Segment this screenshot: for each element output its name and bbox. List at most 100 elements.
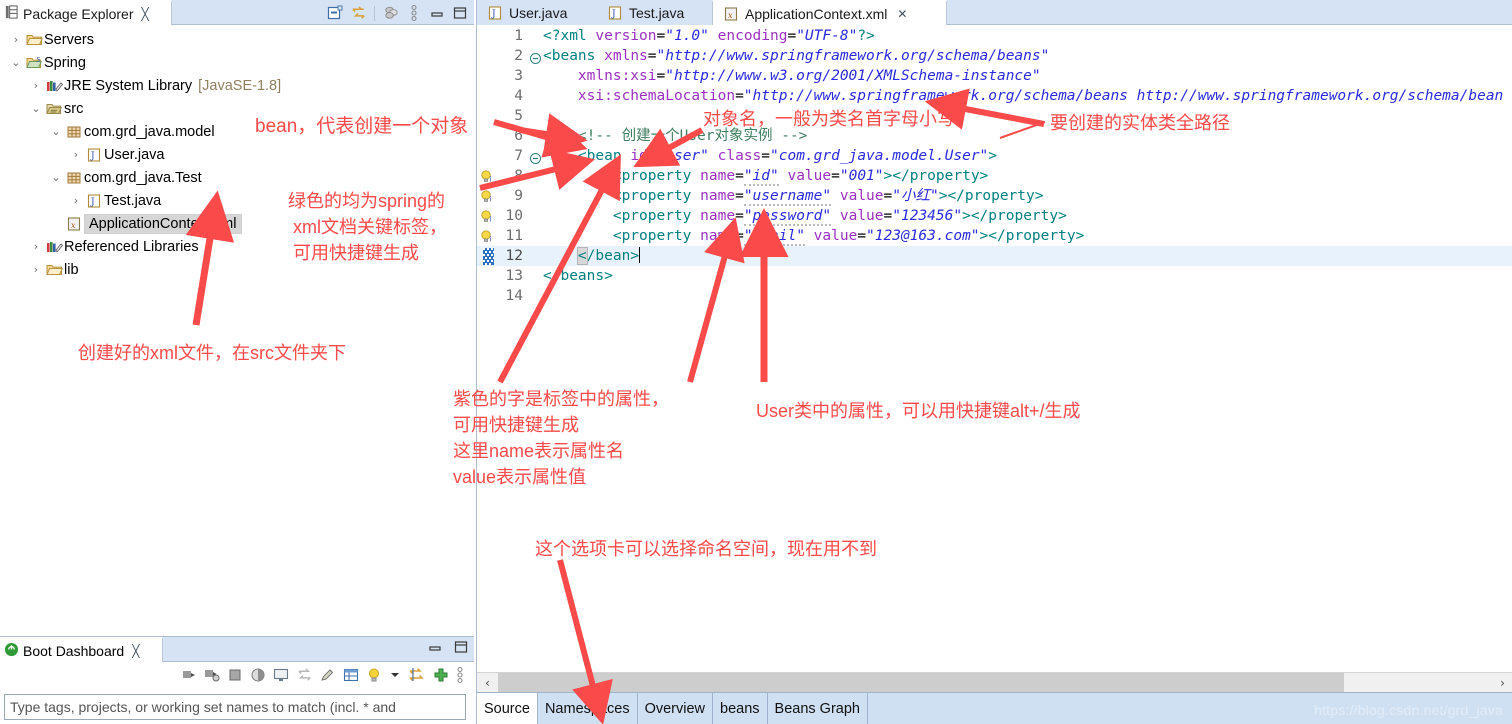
code-line-8[interactable]: i8 <property name="id" value="001"></pro… xyxy=(477,166,1512,186)
link-icon[interactable] xyxy=(296,667,313,686)
chevron-right-icon[interactable]: › xyxy=(68,194,84,207)
tree-item-user-java[interactable]: › J User.java xyxy=(0,143,474,166)
page-tab-overview[interactable]: Overview xyxy=(637,693,714,724)
code-line-text: <beans xmlns="http://www.springframework… xyxy=(543,48,1050,64)
tree-item-servers[interactable]: › Servers xyxy=(0,28,474,51)
code-line-10[interactable]: i 10 <property name="password" value="123… xyxy=(477,206,1512,226)
chevron-right-icon[interactable]: › xyxy=(28,263,44,276)
code-line-9[interactable]: i9 <property name="username" value="小红">… xyxy=(477,186,1512,206)
tree-item-label: Servers xyxy=(44,31,94,48)
page-tab-namespaces[interactable]: Namespaces xyxy=(537,693,638,724)
lightbulb-icon[interactable] xyxy=(366,667,382,686)
maximize-icon[interactable] xyxy=(454,640,468,657)
fold-collapse-icon[interactable] xyxy=(530,150,541,164)
chevron-right-icon[interactable]: › xyxy=(28,240,44,253)
add-icon[interactable] xyxy=(433,667,449,686)
code-line-13[interactable]: 13 </beans> xyxy=(477,266,1512,286)
minimize-icon[interactable] xyxy=(427,3,447,23)
scrollbar-track[interactable] xyxy=(498,672,1492,693)
line-number: 12 xyxy=(505,248,523,264)
editor-tab-label: Test.java xyxy=(629,4,685,21)
code-line-7[interactable]: 7 <bean id="user" class="com.grd_java.mo… xyxy=(477,146,1512,166)
code-line-2[interactable]: 2 <beans xmlns="http://www.springframewor… xyxy=(477,46,1512,66)
tree-item-test-java[interactable]: › J Test.java xyxy=(0,189,474,212)
code-line-text: </beans> xyxy=(543,268,613,284)
collapse-all-icon[interactable] xyxy=(325,3,345,23)
close-icon[interactable]: ╳ xyxy=(132,644,139,658)
chevron-down-icon[interactable]: ⌄ xyxy=(28,102,44,115)
tree-item-suffix: [JavaSE-1.8] xyxy=(198,77,282,94)
tree-item-applicationcontext-xml[interactable]: x ApplicationContext.xml xyxy=(0,212,474,235)
editor-tab-user-java[interactable]: J User.java xyxy=(477,0,597,25)
boot-dashboard-filter-input[interactable]: Type tags, projects, or working set name… xyxy=(4,694,466,720)
open-console-icon[interactable] xyxy=(273,667,289,686)
view-menu-icon[interactable] xyxy=(456,666,464,687)
tree-item-com-grd-java-test[interactable]: ⌄ com.grd_java.Test xyxy=(0,166,474,189)
tree-item-spring[interactable]: ⌄ S Spring xyxy=(0,51,474,74)
tree-item-label-wrap: ApplicationContext.xml xyxy=(84,213,242,234)
code-line-12[interactable]: 12 </bean> xyxy=(477,246,1512,266)
tree-item-src[interactable]: ⌄ src xyxy=(0,97,474,120)
tab-boot-dashboard[interactable]: Boot Dashboard ╳ xyxy=(0,637,163,662)
link-with-editor-icon[interactable] xyxy=(348,3,368,23)
tree-item-jre-system-library[interactable]: › JRE System Library [JavaSE-1.8] xyxy=(0,74,474,97)
chevron-right-icon[interactable]: › xyxy=(8,33,24,46)
xml-file-icon: x xyxy=(723,6,740,22)
line-number: 3 xyxy=(514,68,523,84)
close-icon[interactable]: ╳ xyxy=(142,7,149,21)
dropdown-arrow-icon[interactable] xyxy=(389,669,401,684)
chevron-right-icon[interactable]: › xyxy=(68,148,84,161)
code-line-6[interactable]: 6 <!-- 创建一个User对象实例 --> xyxy=(477,126,1512,146)
scroll-left-arrow-icon[interactable]: ‹ xyxy=(477,672,498,693)
editor-tab-applicationcontext-xml[interactable]: x ApplicationContext.xml ✕ xyxy=(712,0,947,25)
page-tab-beans-graph[interactable]: Beans Graph xyxy=(767,693,868,724)
chevron-down-icon[interactable]: ⌄ xyxy=(8,56,24,69)
restart-icon[interactable] xyxy=(250,667,266,686)
edit-icon[interactable] xyxy=(320,667,336,686)
editor-tab-test-java[interactable]: J Test.java xyxy=(597,0,712,25)
tree-item-label-wrap: com.grd_java.Test xyxy=(84,170,202,186)
code-line-3[interactable]: 3 xmlns:xsi="http://www.w3.org/2001/XMLS… xyxy=(477,66,1512,86)
view-menu-icon[interactable] xyxy=(404,3,424,23)
chevron-down-icon[interactable]: ⌄ xyxy=(48,171,64,184)
maximize-icon[interactable] xyxy=(450,3,470,23)
page-tab-label: Namespaces xyxy=(544,700,630,717)
tree-item-lib[interactable]: › lib xyxy=(0,258,474,281)
boot-dashboard-toolbar xyxy=(0,663,474,690)
properties-icon[interactable] xyxy=(343,667,359,686)
svg-text:x: x xyxy=(728,10,733,19)
project-tree[interactable]: › Servers ⌄ S Spring › JRE System Library [Java… xyxy=(0,28,474,281)
code-line-text: </bean> xyxy=(576,247,641,265)
boot-dashboard-window-controls xyxy=(428,640,468,657)
scroll-right-arrow-icon[interactable]: › xyxy=(1492,672,1512,693)
line-number: 4 xyxy=(514,88,523,104)
filter-icon[interactable] xyxy=(408,667,426,686)
scrollbar-thumb[interactable] xyxy=(498,672,1344,693)
code-line-text: <bean id="user" class="com.grd_java.mode… xyxy=(577,148,998,164)
page-tab-beans[interactable]: beans xyxy=(713,693,768,724)
focus-on-active-task-icon[interactable] xyxy=(381,3,401,23)
xml-source-editor[interactable]: 1 <?xml version="1.0" encoding="UTF-8"?> 2… xyxy=(477,26,1512,666)
code-line-text: <property name="email" value="123@163.co… xyxy=(612,228,1085,246)
code-line-11[interactable]: i 11 <property name="email" value="123@16… xyxy=(477,226,1512,246)
chevron-right-icon[interactable]: › xyxy=(28,79,44,92)
code-line-4[interactable]: 4 xsi:schemaLocation="http://www.springf… xyxy=(477,86,1512,106)
code-line-text: <property name="id" value="001"></proper… xyxy=(612,168,989,186)
stop-icon[interactable] xyxy=(227,667,243,686)
tree-item-referenced-libraries[interactable]: › Referenced Libraries xyxy=(0,235,474,258)
tab-package-explorer[interactable]: Package Explorer ╳ xyxy=(0,0,172,25)
close-icon[interactable]: ✕ xyxy=(897,7,907,21)
code-line-5[interactable]: 5 xyxy=(477,106,1512,126)
code-line-1[interactable]: 1 <?xml version="1.0" encoding="UTF-8"?> xyxy=(477,26,1512,46)
fold-collapse-icon[interactable] xyxy=(530,50,541,64)
tree-item-com-grd-java-model[interactable]: ⌄ com.grd_java.model xyxy=(0,120,474,143)
tree-item-label-wrap: JRE System Library xyxy=(64,78,192,94)
minimize-icon[interactable] xyxy=(428,640,442,657)
page-tab-source[interactable]: Source xyxy=(477,693,538,724)
code-line-14[interactable]: 14 xyxy=(477,286,1512,306)
boot-dashboard-view: Boot Dashboard ╳ Type tags, projects, or… xyxy=(0,636,474,724)
debug-icon[interactable] xyxy=(204,667,220,686)
editor-horizontal-scrollbar[interactable]: ‹ › xyxy=(477,672,1512,693)
chevron-down-icon[interactable]: ⌄ xyxy=(48,125,64,138)
start-icon[interactable] xyxy=(181,667,197,686)
